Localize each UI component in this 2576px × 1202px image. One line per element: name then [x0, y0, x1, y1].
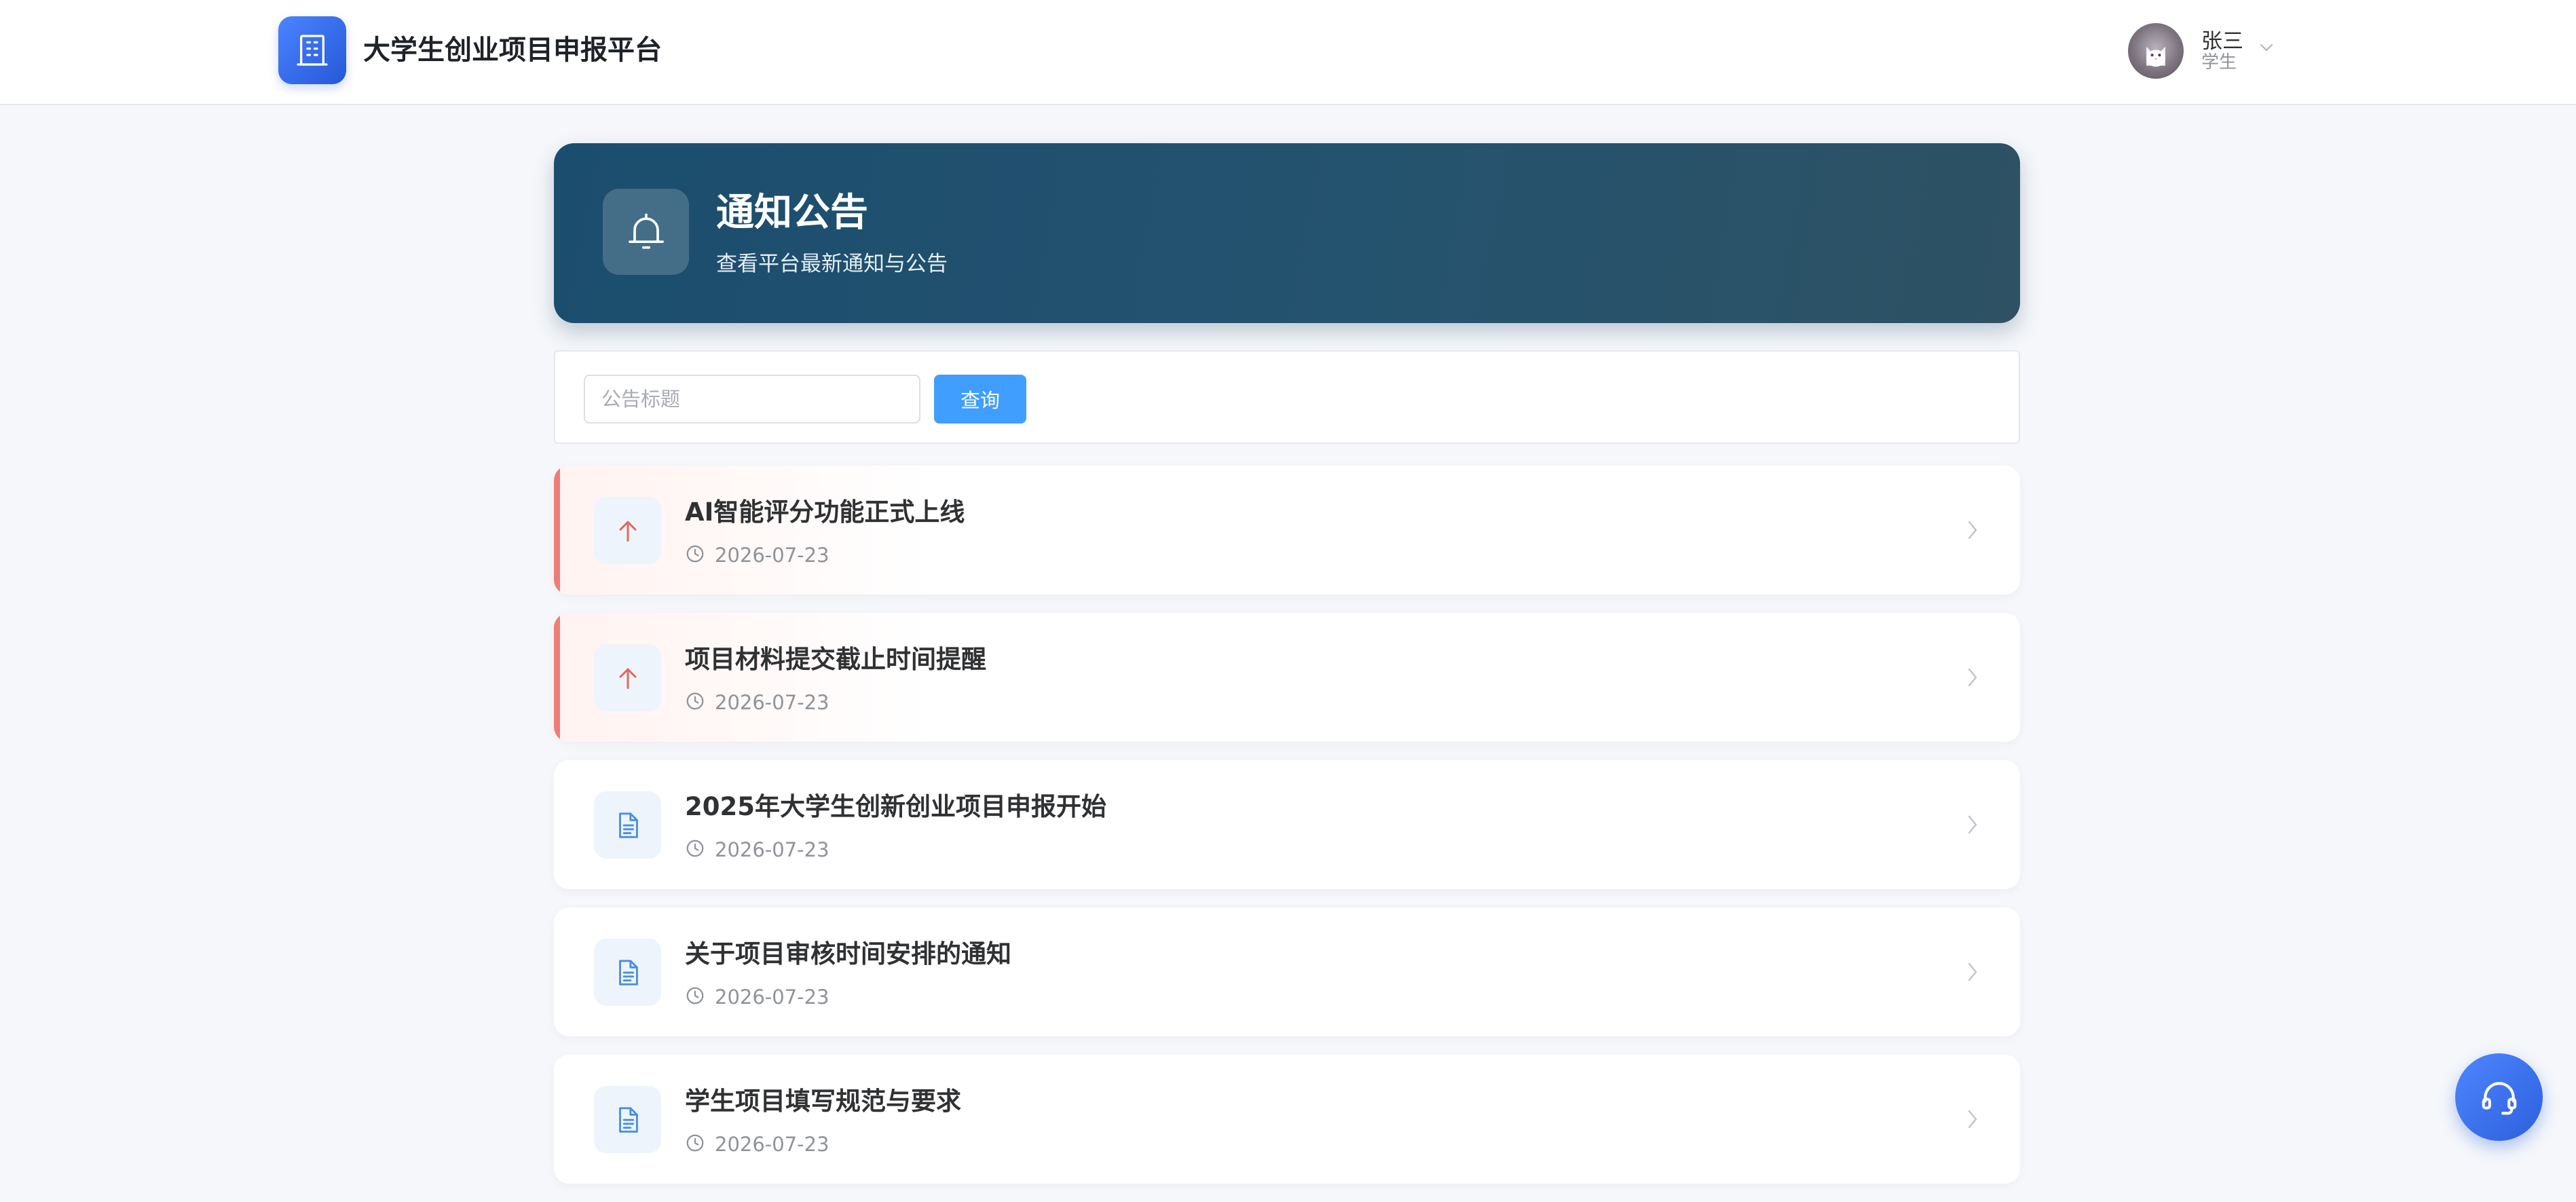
arrow-up-icon — [594, 497, 661, 564]
document-icon — [594, 939, 661, 1006]
arrow-up-icon — [594, 644, 661, 711]
search-panel: 查询 — [554, 350, 2020, 444]
clock-icon — [685, 691, 705, 714]
page-banner: 通知公告 查看平台最新通知与公告 — [554, 143, 2020, 323]
list-item[interactable]: AI智能评分功能正式上线 2026-07-23 — [554, 466, 2020, 595]
notice-title: 关于项目审核时间安排的通知 — [685, 939, 1011, 969]
notice-title: 学生项目填写规范与要求 — [685, 1087, 961, 1116]
list-item[interactable]: 项目材料提交截止时间提醒 2026-07-23 — [554, 613, 2020, 742]
user-role: 学生 — [2201, 52, 2237, 73]
bell-icon — [603, 189, 689, 275]
notice-title: 2025年大学生创新创业项目申报开始 — [685, 792, 1106, 821]
chevron-down-icon[interactable] — [2258, 42, 2275, 56]
notice-date: 2026-07-23 — [715, 985, 829, 1009]
notice-title: AI智能评分功能正式上线 — [685, 497, 965, 527]
document-icon — [594, 791, 661, 859]
chevron-right-icon — [1966, 960, 1979, 986]
avatar[interactable] — [2128, 23, 2184, 79]
notice-list: AI智能评分功能正式上线 2026-07-23 项目材料提交截止时间提醒 202… — [554, 466, 2020, 1202]
notice-title: 项目材料提交截止时间提醒 — [685, 645, 986, 674]
user-menu[interactable]: 张三 学生 — [2128, 20, 2275, 81]
list-item[interactable]: 2025年大学生创新创业项目申报开始 2026-07-23 — [554, 760, 2020, 889]
chevron-right-icon — [1966, 1108, 1979, 1133]
document-icon — [594, 1086, 661, 1153]
notice-date: 2026-07-23 — [715, 838, 829, 861]
chevron-right-icon — [1966, 666, 1979, 692]
chevron-right-icon — [1966, 519, 1979, 544]
page-title: 通知公告 — [716, 191, 868, 235]
clock-icon — [685, 1133, 705, 1156]
page-subtitle: 查看平台最新通知与公告 — [716, 252, 948, 276]
notice-date: 2026-07-23 — [715, 691, 829, 714]
clock-icon — [685, 544, 705, 567]
headset-icon[interactable] — [2455, 1053, 2543, 1141]
building-icon[interactable] — [278, 16, 346, 84]
chevron-right-icon — [1966, 813, 1979, 839]
notice-date: 2026-07-23 — [715, 544, 829, 567]
search-input[interactable] — [584, 375, 920, 424]
notice-date: 2026-07-23 — [715, 1133, 829, 1156]
list-item[interactable]: 学生项目填写规范与要求 2026-07-23 — [554, 1055, 2020, 1184]
search-button[interactable]: 查询 — [934, 375, 1026, 424]
clock-icon — [685, 985, 705, 1009]
list-item[interactable]: 关于项目审核时间安排的通知 2026-07-23 — [554, 907, 2020, 1036]
clock-icon — [685, 838, 705, 861]
app-title: 大学生创业项目申报平台 — [363, 35, 662, 66]
user-name: 张三 — [2201, 29, 2243, 54]
top-header: 大学生创业项目申报平台 张三 学生 — [0, 0, 2576, 105]
